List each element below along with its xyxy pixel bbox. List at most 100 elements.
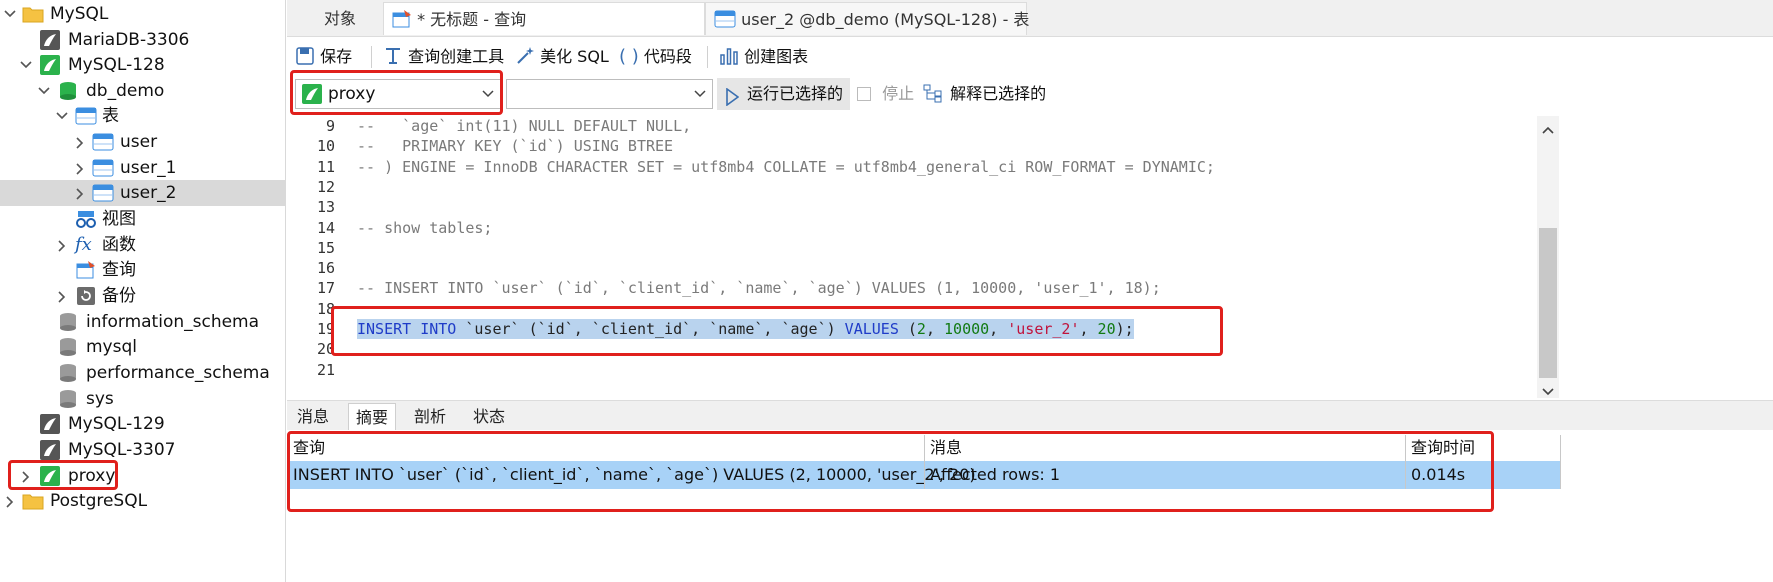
tree-item-information-schema[interactable]: information_schema — [0, 309, 286, 335]
tree-item-table-user-1[interactable]: user_1 — [0, 155, 286, 181]
magic-wand-icon — [515, 46, 535, 66]
tab-status[interactable]: 状态 — [466, 403, 512, 430]
tab-objects[interactable]: 对象 — [297, 2, 383, 35]
beautify-sql-button[interactable]: 美化 SQL — [515, 44, 609, 70]
code-snippet-label: 代码段 — [643, 47, 692, 66]
chevron-right-icon[interactable] — [3, 488, 17, 514]
tree-item-performance-schema[interactable]: performance_schema — [0, 360, 286, 386]
chevron-right-icon[interactable] — [73, 155, 87, 181]
tree-item-label: user — [120, 132, 158, 152]
line-number: 14 — [316, 219, 335, 237]
database-select[interactable] — [506, 79, 713, 109]
query-toolbar: 保存 查询创建工具 美化 SQL ( ) 代码段 创建图表 — [287, 38, 1773, 75]
tab-summary[interactable]: 摘要 — [348, 403, 397, 430]
save-button[interactable]: 保存 — [295, 44, 352, 70]
chevron-down-icon[interactable] — [1542, 382, 1554, 401]
code-snippet-button[interactable]: ( ) 代码段 — [619, 44, 692, 70]
run-selected-label: 运行已选择的 — [747, 84, 844, 103]
explain-selected-label: 解释已选择的 — [950, 84, 1047, 103]
line-number: 18 — [316, 300, 335, 318]
column-header-query[interactable]: 查询 — [293, 435, 325, 461]
column-divider — [924, 435, 925, 489]
column-header-query-time[interactable]: 查询时间 — [1411, 435, 1475, 461]
tree-item-backups[interactable]: 备份 — [0, 283, 286, 309]
tree-item-label: 函数 — [102, 235, 136, 255]
tree-item-mysql-group[interactable]: MySQL — [0, 1, 286, 27]
tree-item-postgresql-group[interactable]: PostgreSQL — [0, 488, 286, 514]
code-line-selected[interactable]: INSERT INTO `user` (`id`, `client_id`, `… — [357, 319, 1134, 339]
editor-scrollbar[interactable] — [1537, 116, 1559, 398]
play-icon — [725, 85, 740, 117]
cell-query-time[interactable]: 0.014s — [1411, 461, 1465, 489]
tree-item-mysql-3307[interactable]: MySQL-3307 — [0, 437, 286, 463]
database-icon — [58, 389, 78, 409]
query-builder-button[interactable]: 查询创建工具 — [383, 44, 504, 70]
chevron-down-icon — [694, 80, 706, 117]
tree-item-table-user-2[interactable]: user_2 — [0, 180, 286, 206]
tree-item-db-demo[interactable]: db_demo — [0, 78, 286, 104]
result-tab-bar: 消息 摘要 剖析 状态 — [287, 400, 1773, 430]
tree-item-label: MySQL-128 — [68, 55, 165, 75]
tree-item-table-user[interactable]: user — [0, 129, 286, 155]
code-line[interactable]: -- `age` int(11) NULL DEFAULT NULL, — [357, 116, 691, 136]
chevron-right-icon[interactable] — [73, 180, 87, 206]
chevron-right-icon[interactable] — [73, 129, 87, 155]
chevron-down-icon[interactable] — [55, 103, 69, 129]
code-line[interactable]: -- INSERT INTO `user` (`id`, `client_id`… — [357, 278, 1161, 298]
tree-item-label: MariaDB-3306 — [68, 30, 190, 50]
chevron-down-icon[interactable] — [3, 1, 17, 27]
tree-item-label: 表 — [102, 106, 119, 126]
chevron-down-icon[interactable] — [37, 78, 51, 104]
navigation-tree: MySQL MariaDB-3306 MySQL-128 db_demo 表 u… — [0, 0, 286, 582]
line-number: 10 — [316, 137, 335, 155]
tab-label: 对象 — [323, 9, 356, 28]
create-chart-button[interactable]: 创建图表 — [719, 44, 808, 70]
chevron-right-icon[interactable] — [19, 463, 33, 489]
chevron-up-icon[interactable] — [1542, 120, 1554, 139]
line-number: 21 — [316, 361, 335, 379]
column-header-message[interactable]: 消息 — [930, 435, 962, 461]
connection-active-icon — [302, 84, 322, 104]
function-icon: fx — [75, 234, 92, 255]
tree-item-sys[interactable]: sys — [0, 386, 286, 412]
stop-button[interactable]: 停止 — [857, 78, 914, 110]
tree-item-queries[interactable]: 查询 — [0, 257, 286, 283]
tree-item-tables[interactable]: 表 — [0, 103, 286, 129]
tree-item-label: MySQL — [50, 4, 109, 24]
tree-item-mysql-129[interactable]: MySQL-129 — [0, 411, 286, 437]
cell-query[interactable]: INSERT INTO `user` (`id`, `client_id`, `… — [293, 461, 976, 489]
code-line[interactable]: -- ) ENGINE = InnoDB CHARACTER SET = utf… — [357, 157, 1215, 177]
explain-selected-button[interactable]: 解释已选择的 — [923, 78, 1046, 110]
scrollbar-thumb[interactable] — [1539, 228, 1557, 378]
connection-select[interactable]: proxy — [295, 79, 501, 109]
tab-table-user-2[interactable]: user_2 @db_demo (MySQL-128) - 表 — [705, 2, 1029, 35]
cell-message[interactable]: Affected rows: 1 — [930, 461, 1060, 489]
tab-profile[interactable]: 剖析 — [407, 403, 453, 430]
tree-item-mysql-db[interactable]: mysql — [0, 334, 286, 360]
code-line[interactable]: -- show tables; — [357, 218, 492, 238]
tree-item-label: MySQL-3307 — [68, 440, 176, 460]
chevron-right-icon[interactable] — [55, 283, 69, 309]
column-divider — [1560, 435, 1561, 489]
tree-item-label: 视图 — [102, 209, 136, 229]
tree-item-views[interactable]: 视图 — [0, 206, 286, 232]
tree-item-mysql-128[interactable]: MySQL-128 — [0, 52, 286, 78]
toolbar-divider — [707, 46, 708, 68]
tree-item-mariadb-3306[interactable]: MariaDB-3306 — [0, 27, 286, 53]
chevron-right-icon[interactable] — [55, 232, 69, 258]
tree-item-functions[interactable]: fx 函数 — [0, 232, 286, 258]
sql-editor[interactable]: 9 -- `age` int(11) NULL DEFAULT NULL, 10… — [287, 116, 1537, 398]
chart-icon — [719, 46, 739, 66]
line-number: 20 — [316, 340, 335, 358]
query-icon — [392, 7, 412, 28]
tree-item-label: user_1 — [120, 158, 177, 178]
line-number: 13 — [316, 198, 335, 216]
query-builder-label: 查询创建工具 — [408, 47, 505, 66]
chevron-down-icon[interactable] — [19, 52, 33, 78]
tree-item-proxy[interactable]: proxy — [0, 463, 286, 489]
tab-messages[interactable]: 消息 — [290, 403, 336, 430]
tab-query[interactable]: * 无标题 - 查询 — [383, 2, 705, 35]
run-selected-button[interactable]: 运行已选择的 — [717, 78, 850, 110]
tab-label: 剖析 — [414, 407, 447, 426]
code-line[interactable]: -- PRIMARY KEY (`id`) USING BTREE — [357, 136, 673, 156]
